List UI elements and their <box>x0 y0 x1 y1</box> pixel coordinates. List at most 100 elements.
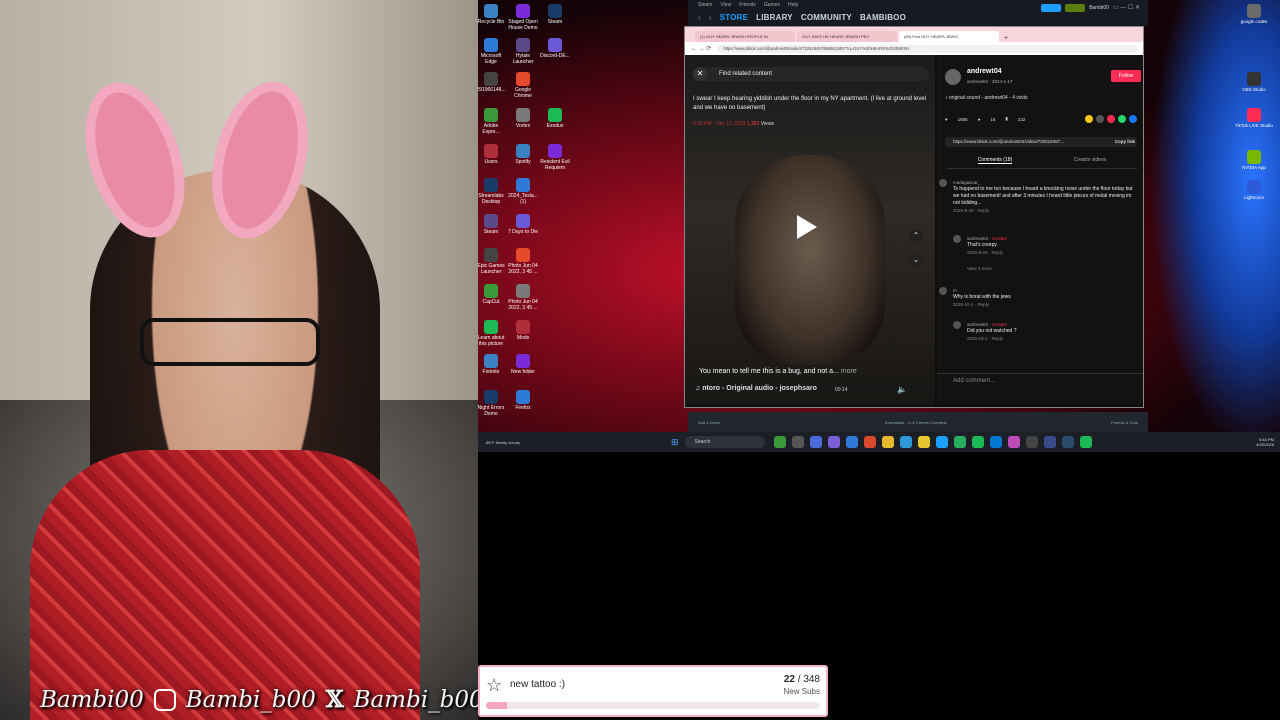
desktop-icon[interactable]: Microsoft Edge <box>478 38 507 65</box>
taskbar-app-icon[interactable] <box>809 436 822 448</box>
reply-button[interactable]: Reply <box>978 208 990 213</box>
desktop-icon[interactable]: OBS Studio <box>1234 72 1274 93</box>
desktop-icon[interactable]: Vortex <box>507 108 539 129</box>
tab-comments[interactable]: Comments (18) <box>977 157 1013 164</box>
taskbar-app-icon[interactable] <box>845 436 858 448</box>
taskbar-app-icon[interactable] <box>881 436 894 448</box>
find-related-search[interactable]: Find related content <box>695 67 929 81</box>
desktop-icon[interactable]: Steam <box>539 4 571 25</box>
steam-menu-steam[interactable]: Steam <box>698 2 712 8</box>
desktop-icon[interactable]: Lightroom <box>1234 180 1274 201</box>
desktop-icon[interactable]: Resident Evil Requiem <box>539 144 571 171</box>
taskbar-app-icon[interactable] <box>791 436 804 448</box>
taskbar-app-icon[interactable] <box>935 436 948 448</box>
taskbar-app-icon[interactable] <box>827 436 840 448</box>
desktop-icon[interactable]: NVIDIA App <box>1234 150 1274 171</box>
comment-author[interactable]: andrewt04 · <box>967 322 992 327</box>
close-icon[interactable]: ✕ <box>693 67 707 81</box>
friends-chat-button[interactable]: Friends & Chat <box>1111 420 1138 425</box>
steam-nav-community[interactable]: COMMUNITY <box>801 13 852 22</box>
steam-nav-store[interactable]: STORE <box>720 13 748 22</box>
share-icon-1[interactable] <box>1085 115 1093 123</box>
desktop-icon[interactable]: Hytale Launcher <box>507 38 539 65</box>
more-link[interactable]: more <box>841 368 857 375</box>
comment-icon[interactable]: ● <box>978 117 981 122</box>
avatar[interactable] <box>939 287 947 295</box>
bookmark-icon[interactable]: ▮ <box>1005 116 1007 122</box>
browser-nav-icons[interactable]: ← → ⟳ <box>691 45 711 52</box>
taskbar-app-icon[interactable] <box>773 436 786 448</box>
reply-button[interactable]: Reply <box>978 302 990 307</box>
desktop-icon[interactable]: Exodus <box>539 108 571 129</box>
reply-button[interactable]: Reply <box>992 336 1004 341</box>
back-arrow-icon[interactable]: ‹ <box>698 13 701 22</box>
desktop-icon[interactable]: Mods <box>507 320 539 341</box>
desktop-icon[interactable]: Staged Open House Demo <box>507 4 539 31</box>
tiktok-video-player[interactable]: Find related content ✕ I swear I keep he… <box>685 55 935 405</box>
steam-menu-view[interactable]: View <box>720 2 731 8</box>
desktop-icon[interactable]: Discord-DE... <box>539 38 571 59</box>
taskbar-app-icon[interactable] <box>1043 436 1056 448</box>
desktop-icon[interactable]: Photo Jun 04 2022, 3 45 ... <box>507 284 539 311</box>
view-more-replies[interactable]: View 3 more <box>967 265 992 273</box>
new-tab-icon[interactable]: + <box>1004 35 1008 42</box>
desktop-icon[interactable]: Google Chrome <box>507 72 539 99</box>
desktop-icon[interactable]: 291966148... <box>478 72 507 93</box>
taskbar-app-icon[interactable] <box>1061 436 1074 448</box>
address-bar[interactable]: https://www.tiktok.com/@andrewt04/video/… <box>717 44 1137 53</box>
window-controls[interactable]: ▭ — ☐ ✕ <box>1113 4 1140 12</box>
desktop-icon[interactable]: Firefox <box>507 390 539 411</box>
sound-label[interactable]: ♪ original sound - andrewt04 - 4 visits <box>945 95 1028 101</box>
steam-menu-games[interactable]: Games <box>764 2 780 8</box>
avatar[interactable] <box>939 179 947 187</box>
chevron-up-icon[interactable]: ⌃ <box>909 229 923 243</box>
taskbar-clock[interactable]: 5:44 PM 4/20/2026 <box>1256 437 1274 447</box>
taskbar-app-icon[interactable] <box>899 436 912 448</box>
desktop-icon[interactable]: Spotify <box>507 144 539 165</box>
desktop-icon[interactable]: Learn about this picture <box>478 320 507 347</box>
avatar[interactable] <box>945 69 961 85</box>
view-more-text[interactable]: View 3 more <box>967 266 992 271</box>
volume-icon[interactable]: 🔈 <box>897 385 907 394</box>
comment-author[interactable]: madagascar_ <box>953 179 1133 186</box>
desktop-icon[interactable]: Steam <box>478 214 507 235</box>
desktop-icon[interactable]: TikTok LIVE Studio <box>1234 108 1274 129</box>
steam-menu-friends[interactable]: Friends <box>739 2 756 8</box>
taskbar-search[interactable]: Search <box>684 436 765 448</box>
avatar[interactable] <box>953 321 961 329</box>
steam-menu-help[interactable]: Help <box>788 2 798 8</box>
avatar[interactable] <box>953 235 961 243</box>
steam-friends-button[interactable] <box>1065 4 1086 12</box>
browser-tab-3[interactable]: (69) Find GUY HEARS JEWIS <box>899 31 999 42</box>
copy-link-button[interactable]: Copy link <box>1115 137 1135 147</box>
desktop-icon[interactable]: Night Errors Demo <box>478 390 507 417</box>
taskbar-app-icon[interactable] <box>917 436 930 448</box>
taskbar-app-icon[interactable] <box>863 436 876 448</box>
desktop-icon[interactable]: Users <box>478 144 507 165</box>
follow-button[interactable]: Follow <box>1111 70 1141 82</box>
desktop-icon[interactable]: New folder <box>507 354 539 375</box>
tab-creator-videos[interactable]: Creator videos <box>1074 157 1107 164</box>
share-icon-4[interactable] <box>1118 115 1126 123</box>
add-comment-input[interactable]: Add comment... <box>937 373 1143 387</box>
browser-tab-1[interactable]: (1) GUY HEARS JEWISH PEOPLE IN <box>695 31 795 42</box>
downloads-status[interactable]: Downloads - 3 of 3 Items Complete <box>885 420 947 425</box>
steam-nav-library[interactable]: LIBRARY <box>756 13 793 22</box>
video-link-field[interactable]: https://www.tiktok.com/@andrewt04/video/… <box>945 137 1137 147</box>
share-icon-2[interactable] <box>1096 115 1104 123</box>
creator-username[interactable]: andrewt04 <box>967 68 1002 75</box>
desktop-icon[interactable]: Fortnite <box>478 354 507 375</box>
music-label[interactable]: ♫ ntoro - Original audio - josephsaro <box>695 385 817 392</box>
comment-author[interactable]: m <box>953 287 1133 294</box>
taskbar-app-icon[interactable] <box>989 436 1002 448</box>
forward-arrow-icon[interactable]: › <box>709 13 712 22</box>
taskbar-app-icon[interactable] <box>953 436 966 448</box>
heart-icon[interactable]: ♥ <box>945 117 948 122</box>
chevron-down-icon[interactable]: ⌄ <box>909 253 923 267</box>
start-icon[interactable]: ⊞ <box>671 437 679 448</box>
browser-tab-2[interactable]: GUY SAYS HE HEARS JEWISH PEO <box>797 31 897 42</box>
desktop-icon[interactable]: Epic Games Launcher <box>478 248 507 275</box>
reply-button[interactable]: Reply <box>992 250 1004 255</box>
desktop-icon[interactable]: 2024_Tesla... (1) <box>507 178 539 205</box>
taskbar-app-icon[interactable] <box>1079 436 1092 448</box>
